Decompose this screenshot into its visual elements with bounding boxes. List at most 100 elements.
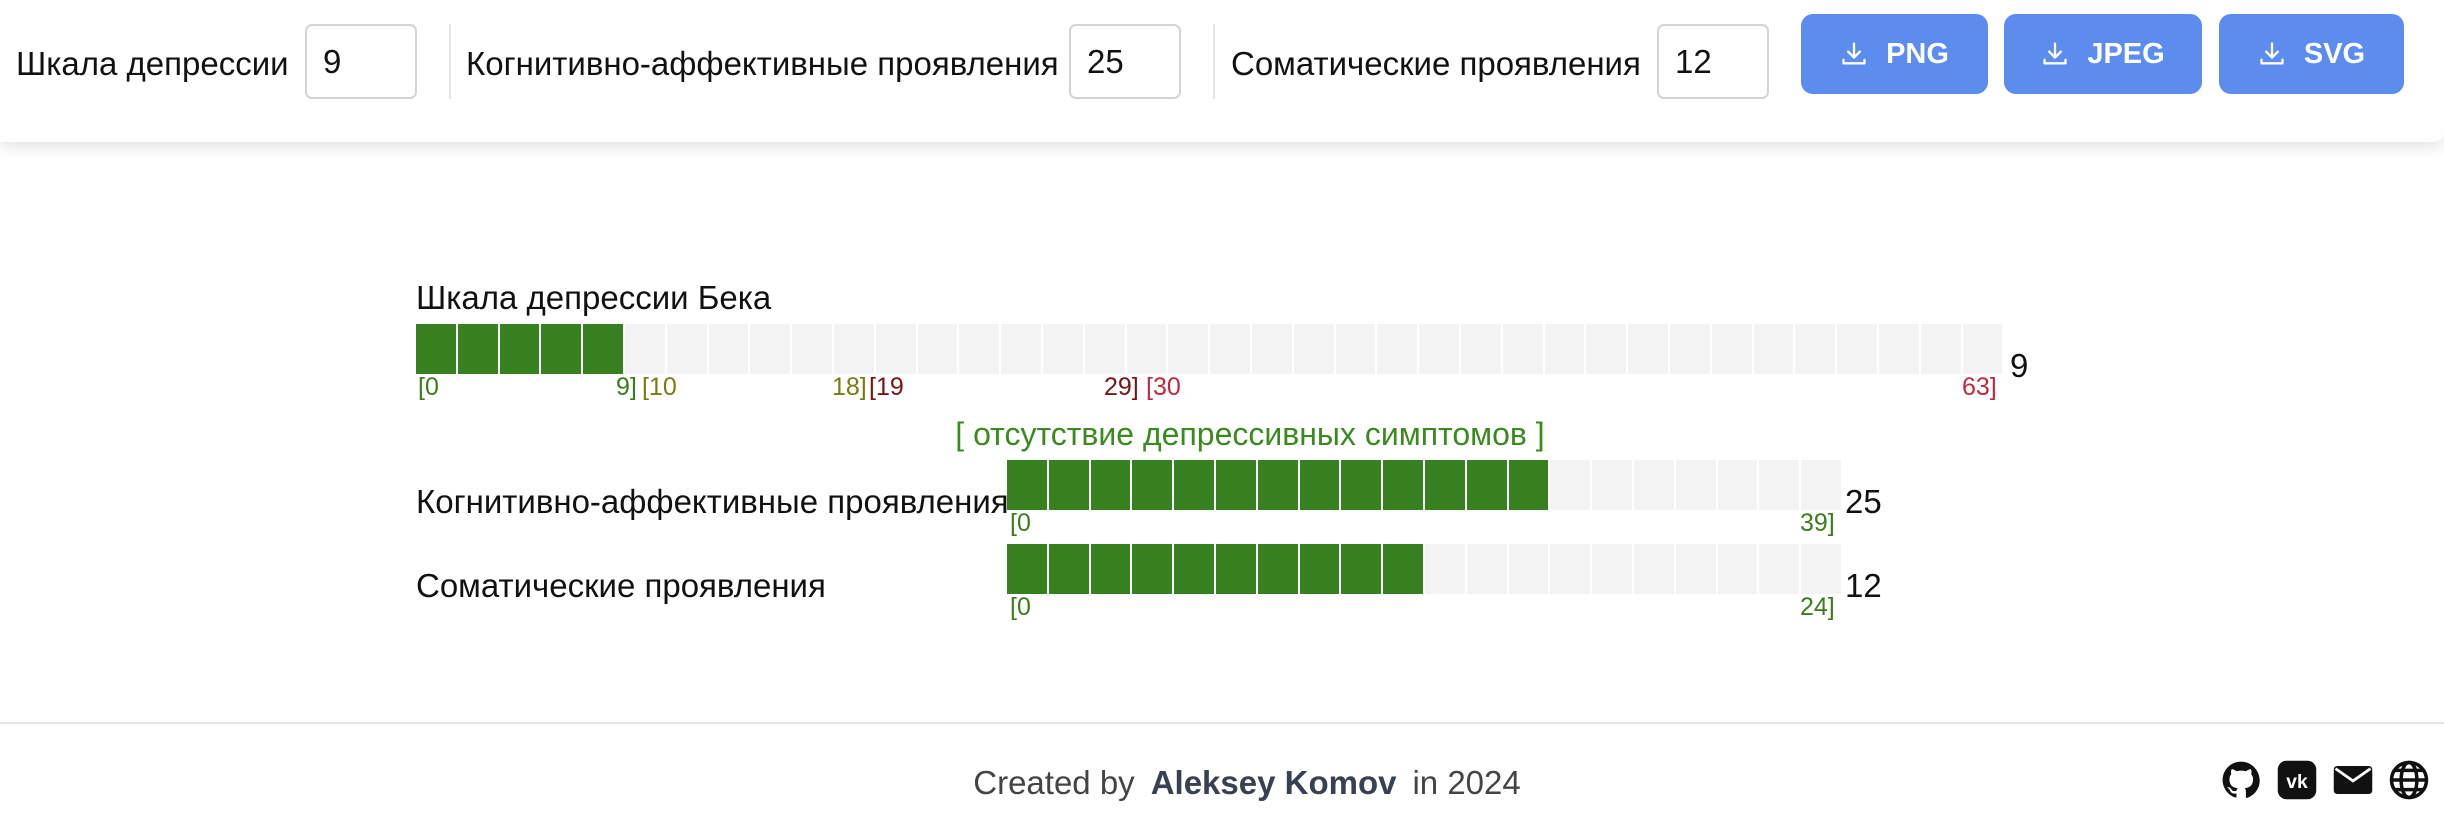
empty-cell [1550, 460, 1591, 510]
divider [449, 24, 451, 99]
subscale-cognitive-min: [0 [1010, 509, 1031, 537]
empty-cell [1962, 324, 2003, 374]
range-3-end: 63] [1962, 373, 1997, 401]
empty-cell [875, 324, 916, 374]
github-icon[interactable] [2219, 758, 2263, 802]
toolbar: Шкала депрессии Когнитивно-аффективные п… [0, 0, 2444, 142]
empty-cell [1801, 460, 1841, 510]
footer: Created by Aleksey Komov in 2024 vk [0, 722, 2444, 834]
empty-cell [1753, 324, 1794, 374]
subscale-cognitive-label: Когнитивно-аффективные проявления [416, 483, 1009, 520]
credit-suffix: in 2024 [1412, 764, 1521, 801]
empty-cell [1293, 324, 1334, 374]
filled-cell [1090, 460, 1131, 510]
empty-cell [1675, 544, 1716, 594]
filled-cell [1508, 460, 1549, 510]
footer-credit: Created by Aleksey Komov in 2024 [0, 764, 2444, 802]
filled-cell [457, 324, 498, 374]
empty-cell [1592, 544, 1632, 594]
divider [1213, 24, 1215, 99]
filled-cell [1216, 544, 1256, 594]
empty-cell [1043, 324, 1083, 374]
filled-cell [1299, 460, 1340, 510]
vk-icon[interactable]: vk [2275, 758, 2319, 802]
filled-cell [1257, 460, 1298, 510]
empty-cell [1920, 324, 1961, 374]
empty-cell [625, 324, 665, 374]
empty-cell [1675, 460, 1716, 510]
cognitive-affective-input[interactable] [1069, 24, 1181, 99]
filled-cell [1174, 544, 1214, 594]
range-0-end: 9] [616, 373, 637, 401]
empty-cell [917, 324, 958, 374]
depression-scale-input[interactable] [305, 24, 417, 99]
subscale-somatic-value: 12 [1845, 567, 1882, 604]
empty-cell [792, 324, 832, 374]
range-1-start: [10 [642, 373, 677, 401]
credit-prefix: Created by [973, 764, 1135, 801]
download-jpeg-label: JPEG [2087, 37, 2165, 70]
filled-cell [1425, 460, 1465, 510]
empty-cell [666, 324, 707, 374]
filled-cell [1383, 544, 1423, 594]
filled-cell [1216, 460, 1256, 510]
empty-cell [1711, 324, 1752, 374]
download-png-label: PNG [1886, 37, 1949, 70]
empty-cell [1335, 324, 1376, 374]
empty-cell [1634, 460, 1674, 510]
range-2-start: [19 [869, 373, 904, 401]
filled-cell [1466, 460, 1507, 510]
filled-cell [1383, 460, 1423, 510]
empty-cell [834, 324, 874, 374]
filled-cell [1007, 460, 1047, 510]
empty-cell [1425, 544, 1465, 594]
filled-cell [1257, 544, 1298, 594]
range-0-start: [0 [418, 373, 439, 401]
filled-cell [499, 324, 540, 374]
globe-icon[interactable] [2387, 758, 2431, 802]
mail-icon[interactable] [2331, 758, 2375, 802]
empty-cell [750, 324, 791, 374]
empty-cell [1670, 324, 1710, 374]
somatic-label: Соматические проявления [1231, 45, 1641, 82]
empty-cell [1634, 544, 1674, 594]
filled-cell [541, 324, 582, 374]
empty-cell [1759, 460, 1800, 510]
empty-cell [1084, 324, 1125, 374]
empty-cell [1210, 324, 1250, 374]
empty-cell [1001, 324, 1041, 374]
filled-cell [1090, 544, 1131, 594]
range-1-end: 18] [832, 373, 867, 401]
filled-cell [583, 324, 623, 374]
empty-cell [1544, 324, 1585, 374]
empty-cell [1801, 544, 1841, 594]
download-png-button[interactable]: PNG [1801, 14, 1988, 94]
author-link[interactable]: Aleksey Komov [1151, 764, 1397, 801]
filled-cell [1132, 460, 1173, 510]
range-2-end: 29] [1104, 373, 1139, 401]
empty-cell [1628, 324, 1668, 374]
filled-cell [1132, 544, 1173, 594]
empty-cell [1550, 544, 1591, 594]
subscale-somatic-min: [0 [1010, 593, 1031, 621]
verdict-text: [ отсутствие депрессивных симптомов ] [955, 416, 1545, 452]
download-svg-button[interactable]: SVG [2219, 14, 2404, 94]
subscale-somatic-bar [1007, 544, 1843, 594]
empty-cell [959, 324, 1000, 374]
main-scale-bar [416, 324, 2006, 374]
filled-cell [1048, 544, 1089, 594]
range-3-start: [30 [1146, 373, 1181, 401]
filled-cell [1174, 460, 1214, 510]
empty-cell [1508, 544, 1549, 594]
empty-cell [1502, 324, 1543, 374]
filled-cell [1341, 460, 1382, 510]
download-icon [2260, 42, 2284, 65]
download-icon [1842, 42, 1866, 65]
somatic-input[interactable] [1657, 24, 1769, 99]
empty-cell [1592, 460, 1632, 510]
filled-cell [1048, 460, 1089, 510]
chart-title: Шкала депрессии Бека [416, 279, 772, 316]
empty-cell [1419, 324, 1459, 374]
empty-cell [1837, 324, 1877, 374]
download-jpeg-button[interactable]: JPEG [2004, 14, 2202, 94]
